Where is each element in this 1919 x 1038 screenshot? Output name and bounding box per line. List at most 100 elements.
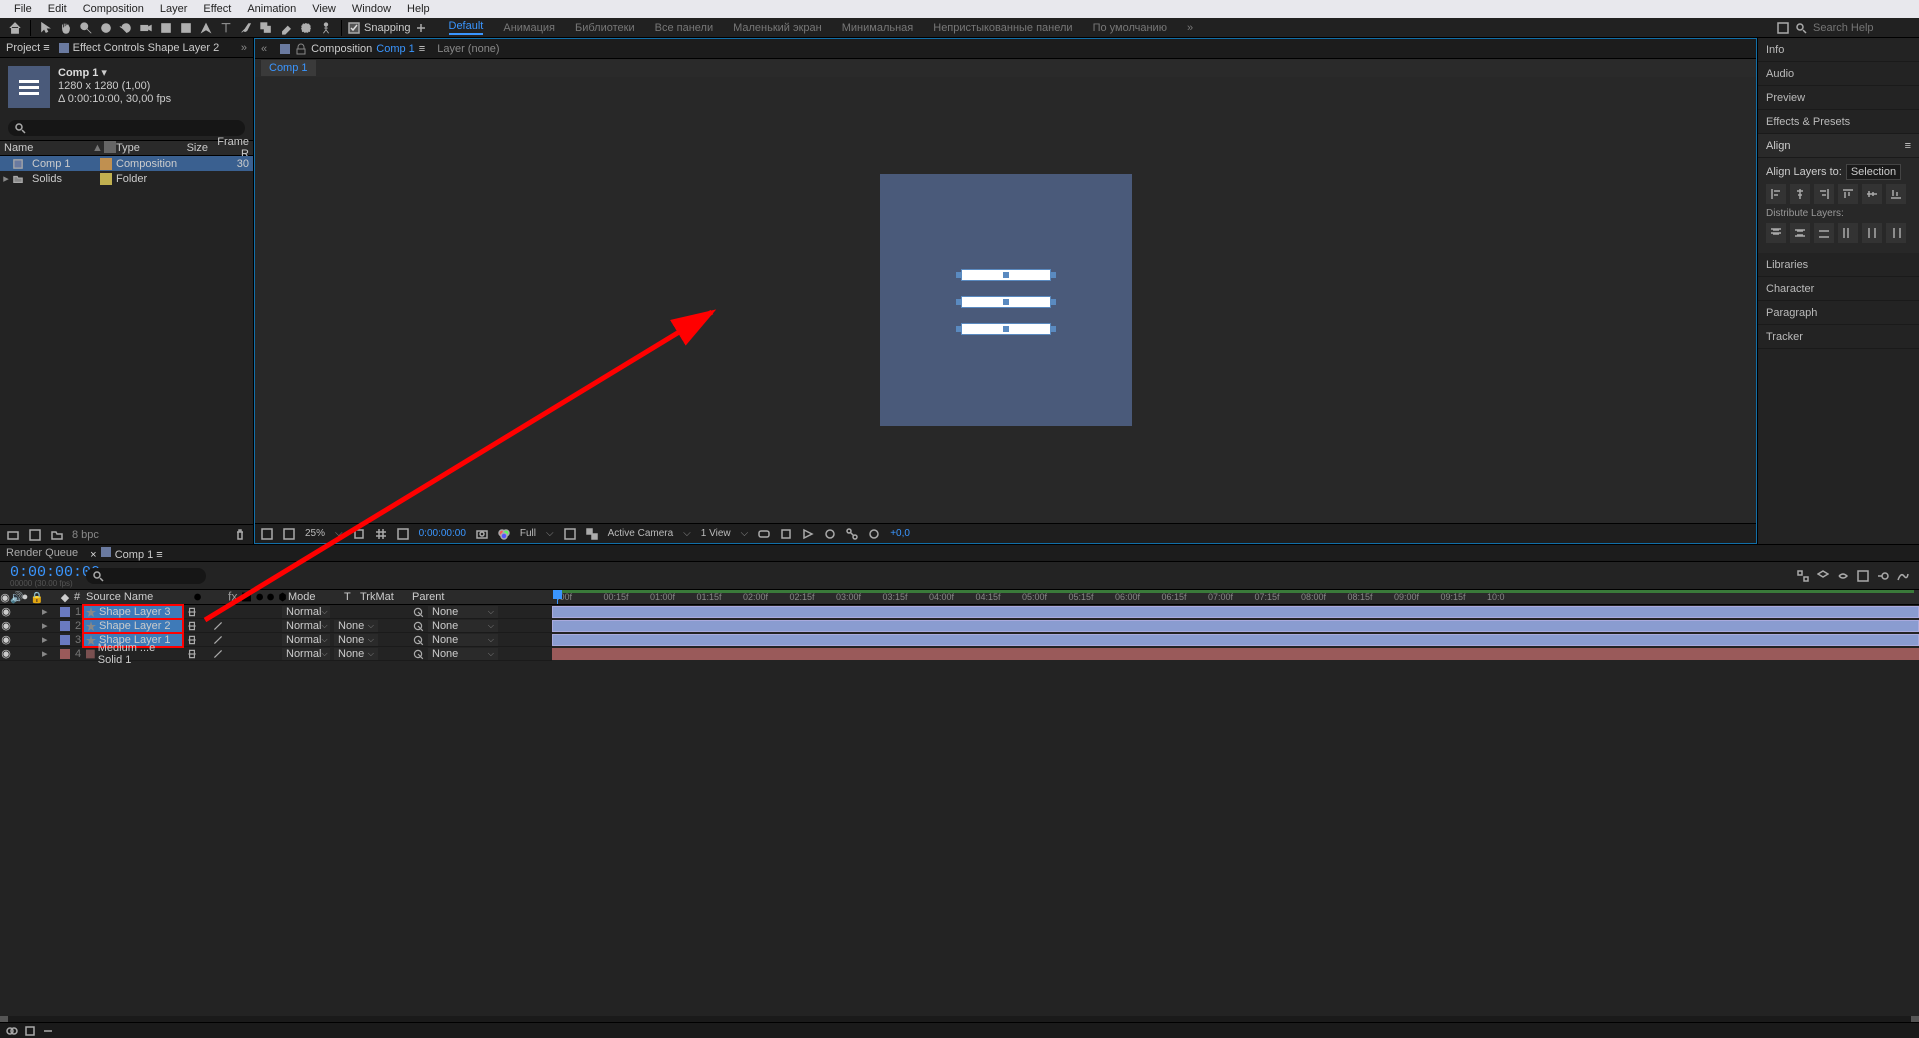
home-icon[interactable] — [6, 19, 24, 37]
menu-layer[interactable]: Layer — [152, 3, 196, 15]
zoom-tool-icon[interactable] — [77, 19, 95, 37]
bpc-label[interactable]: 8 bpc — [72, 529, 99, 541]
toolbar-expand-icon[interactable] — [1777, 22, 1789, 34]
lock-icon[interactable] — [295, 43, 307, 55]
fast-preview-icon[interactable] — [802, 528, 814, 540]
shape-layer-3-rect[interactable] — [961, 269, 1051, 281]
menu-file[interactable]: File — [6, 3, 40, 15]
trkmat-dropdown[interactable]: None⌵ — [334, 634, 378, 646]
parent-dropdown[interactable]: None⌵ — [428, 634, 498, 646]
layer-row-1[interactable]: ◉▸1Shape Layer 3Normal⌵None⌵ — [0, 605, 552, 619]
layer-duration-bar[interactable] — [552, 634, 1919, 646]
workspace-all-panels[interactable]: Все панели — [655, 22, 713, 34]
mode-col[interactable]: Mode — [288, 591, 344, 603]
camera-tool-icon[interactable] — [137, 19, 155, 37]
quality-switch-icon[interactable] — [212, 606, 224, 618]
reset-switch-icon[interactable] — [186, 606, 198, 618]
eye-col-icon[interactable]: ◉ — [0, 591, 10, 604]
fx-switch-icon[interactable]: fx — [228, 591, 239, 603]
align-hcenter-icon[interactable] — [1790, 184, 1810, 204]
comp-mini-flowchart-icon[interactable] — [1797, 570, 1809, 582]
new-comp-icon[interactable] — [28, 528, 42, 542]
track-row-1[interactable] — [552, 605, 1919, 619]
distribute-right-icon[interactable] — [1886, 223, 1906, 243]
toggle-in-out-icon[interactable] — [42, 1025, 54, 1037]
collapse-switch-icon[interactable] — [204, 591, 215, 603]
distribute-hcenter-icon[interactable] — [1862, 223, 1882, 243]
render-queue-tab[interactable]: Render Queue — [6, 547, 78, 559]
label-color[interactable] — [60, 621, 70, 631]
view-dropdown[interactable]: 1 View — [701, 528, 731, 539]
label-color[interactable] — [60, 635, 70, 645]
vr-icon[interactable] — [758, 528, 770, 540]
parent-dropdown[interactable]: None⌵ — [428, 606, 498, 618]
project-item-solids[interactable]: ▸ Solids Folder — [0, 171, 253, 186]
mode-dropdown[interactable]: Normal⌵ — [282, 606, 330, 618]
layer-tab[interactable]: Layer (none) — [437, 43, 499, 55]
brush-tool-icon[interactable] — [237, 19, 255, 37]
track-row-4[interactable] — [552, 647, 1919, 661]
align-panel-header[interactable]: Align≡ — [1758, 134, 1919, 158]
workspace-animation[interactable]: Анимация — [503, 22, 555, 34]
shape-layer-2-rect[interactable] — [961, 296, 1051, 308]
parent-dropdown[interactable]: None⌵ — [428, 620, 498, 632]
reset-switch-icon[interactable] — [186, 620, 198, 632]
workspace-minimal[interactable]: Минимальная — [842, 22, 914, 34]
align-bottom-icon[interactable] — [1886, 184, 1906, 204]
layer-duration-bar[interactable] — [552, 648, 1919, 660]
source-name-col[interactable]: Source Name — [84, 591, 188, 603]
color-mgmt-icon[interactable] — [498, 528, 510, 540]
layer-name-cell[interactable]: Shape Layer 2 — [84, 620, 182, 632]
menu-composition[interactable]: Composition — [75, 3, 152, 15]
quality-switch-icon[interactable] — [216, 591, 227, 603]
quality-switch-icon[interactable] — [212, 634, 224, 646]
layer-name-cell[interactable]: Shape Layer 3 — [84, 606, 182, 618]
mask-icon[interactable] — [397, 528, 409, 540]
hide-shy-icon[interactable] — [1837, 570, 1849, 582]
distribute-top-icon[interactable] — [1766, 223, 1786, 243]
composition-tab[interactable]: Composition Comp 1 ≡ — [279, 43, 425, 55]
track-area[interactable] — [552, 605, 1919, 1022]
canvas[interactable] — [255, 77, 1756, 523]
resolution-dropdown[interactable]: Full — [520, 528, 536, 539]
info-panel[interactable]: Info — [1758, 38, 1919, 62]
timeline-sync-icon[interactable] — [824, 528, 836, 540]
trkmat-dropdown[interactable]: None⌵ — [334, 648, 378, 660]
clone-tool-icon[interactable] — [257, 19, 275, 37]
align-vcenter-icon[interactable] — [1862, 184, 1882, 204]
3d-switch-icon[interactable] — [277, 591, 288, 603]
transparency-icon[interactable] — [586, 528, 598, 540]
camera-dropdown[interactable]: Active Camera — [608, 528, 674, 539]
region-icon[interactable] — [564, 528, 576, 540]
audio-panel[interactable]: Audio — [1758, 62, 1919, 86]
shape-tool-icon[interactable] — [177, 19, 195, 37]
distribute-left-icon[interactable] — [1838, 223, 1858, 243]
solo-col-icon[interactable]: ● — [20, 591, 30, 603]
layer-switches[interactable] — [182, 634, 282, 646]
col-type[interactable]: Type — [112, 142, 182, 154]
character-panel[interactable]: Character — [1758, 277, 1919, 301]
project-item-comp[interactable]: Comp 1 Composition 30 — [0, 156, 253, 171]
project-tab[interactable]: Project ≡ — [6, 42, 50, 54]
reset-switch-icon[interactable] — [186, 634, 198, 646]
draft-3d-icon[interactable] — [1817, 570, 1829, 582]
interpret-footage-icon[interactable] — [6, 528, 20, 542]
pickwhip-icon[interactable] — [412, 606, 424, 618]
viewer-back-icon[interactable]: « — [261, 43, 267, 55]
effects-presets-panel[interactable]: Effects & Presets — [1758, 110, 1919, 134]
timecode-display[interactable]: 0:00:00:00 — [419, 528, 466, 539]
snapshot-icon[interactable] — [476, 528, 488, 540]
expand-twirl-icon[interactable]: ▸ — [42, 605, 48, 618]
col-size[interactable]: Size — [182, 142, 212, 154]
label-color[interactable] — [60, 607, 70, 617]
tracker-panel[interactable]: Tracker — [1758, 325, 1919, 349]
panel-overflow-icon[interactable]: » — [241, 42, 247, 54]
flowchart-icon[interactable] — [846, 528, 858, 540]
hand-tool-icon[interactable] — [57, 19, 75, 37]
menu-edit[interactable]: Edit — [40, 3, 75, 15]
motion-blur-icon[interactable] — [1877, 570, 1889, 582]
layer-switches[interactable] — [182, 606, 282, 618]
col-name[interactable]: Name — [0, 142, 88, 154]
layer-row-2[interactable]: ◉▸2Shape Layer 2Normal⌵None⌵None⌵ — [0, 619, 552, 633]
selection-tool-icon[interactable] — [37, 19, 55, 37]
